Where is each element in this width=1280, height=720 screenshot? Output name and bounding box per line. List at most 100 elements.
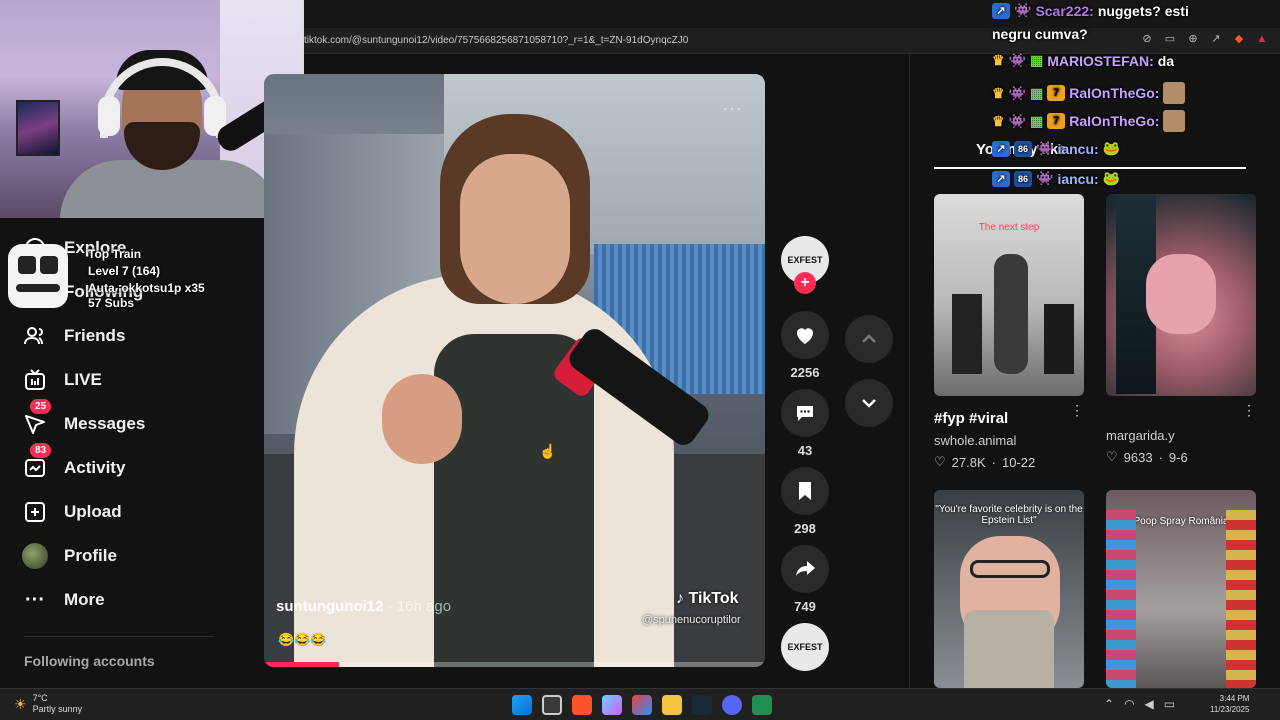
card-meta: ♡ 9633 · 9-6 [1106,449,1256,465]
microsoft-365-icon[interactable] [632,695,652,715]
music-disc-icon[interactable]: EXFEST [781,623,829,671]
copilot-icon[interactable] [602,695,622,715]
pepe-emote-icon: 🐸 [1102,170,1121,186]
brave-browser-icon[interactable] [572,695,592,715]
level-badge-icon: 86 [1014,170,1032,187]
system-tray: ⌃ ◠ ◀ ▭ [1104,697,1175,711]
battery-icon[interactable]: ▭ [1164,697,1175,711]
url-text[interactable]: tiktok.com/@suntungunoi12/video/75756682… [300,35,688,46]
recommend-card[interactable]: Poop Spray România [1106,490,1256,688]
sidebar-item-more[interactable]: ··· More [22,582,105,618]
zoom-icon[interactable]: ⊕ [1186,32,1200,46]
card-username[interactable]: swhole.animal [934,433,1084,448]
comment-icon[interactable] [781,389,829,437]
sidebar-item-profile[interactable]: Profile [22,538,117,574]
next-video-button[interactable] [845,379,893,427]
video-author[interactable]: suntungunoi12 · 16h ago [276,598,451,615]
level-badge-icon: 86 [1014,140,1032,157]
no-tracking-icon[interactable]: ⊘ [1140,32,1154,46]
bits-badge-icon: 7 [1047,85,1066,101]
screen: tiktok.com/@suntungunoi12/video/75756682… [0,0,1280,720]
like-button[interactable]: 2256 [781,311,829,380]
share-arrow-icon[interactable] [781,545,829,593]
video-player[interactable]: ··· ♪ TikTok @spunenucoruptilor suntungu… [264,74,765,667]
friends-icon [22,323,48,349]
chevron-up-icon [862,334,876,343]
card-title[interactable]: #fyp #viral [934,410,1084,427]
previous-video-button[interactable] [845,315,893,363]
train-subs: 57 Subs [88,296,135,310]
card-menu-icon[interactable]: ⋮ [1242,402,1256,419]
card-likes: 9633 [1123,449,1153,465]
chevron-up-icon[interactable]: ⌃ [1104,697,1114,711]
screen-icon[interactable]: ▭ [1163,32,1177,46]
mouse-cursor-icon: ☝ [539,443,557,459]
activity-badge: 83 [30,443,52,458]
author-name[interactable]: suntungunoi12 [276,598,384,615]
share-button[interactable]: 749 [781,545,829,614]
follow-plus-icon[interactable]: + [794,272,816,294]
thumb-caption: The next step [978,222,1040,233]
browser-address-bar[interactable]: tiktok.com/@suntungunoi12/video/75756682… [300,28,1280,54]
share-icon[interactable]: ↗ [1209,32,1223,46]
card-username[interactable]: margarida.y [1106,428,1256,443]
rewards-icon[interactable]: ▲ [1255,32,1269,46]
windows-start-icon[interactable] [512,695,532,715]
chat-username: Scar222: [1035,2,1094,19]
tab-underline [934,167,1246,169]
sidebar-item-upload[interactable]: Upload [22,494,122,530]
clock-date: 11/23/2025 [1210,705,1250,714]
video-caption: 😂😂😂 [278,632,327,647]
sidebar-item-activity[interactable]: 83 Activity [22,443,125,486]
emote-icon [1163,110,1186,132]
chat-message: ♛ 👾 ▦ 7 RaIOnTheGo: [992,82,1186,104]
chat-message: ♛ 👾 ▦ MARIOSTEFAN: da [992,52,1174,69]
messages-icon: 25 [22,399,52,437]
taskbar-clock[interactable]: 3:44 PM 11/23/2025 [1210,693,1249,715]
task-view-icon[interactable] [542,695,562,715]
chat-username: MARIOSTEFAN: [1047,52,1154,69]
sidebar-item-friends[interactable]: Friends [22,318,125,354]
sidebar-item-live[interactable]: LIVE [22,362,102,398]
file-explorer-icon[interactable] [662,695,682,715]
card-thumbnail[interactable]: "You're favorite celebrity is on the Eps… [934,490,1084,688]
card-menu-icon[interactable]: ⋮ [1070,402,1084,419]
sidebar-divider [24,636,214,637]
emote-icon [1163,82,1186,104]
volume-icon[interactable]: ◀ [1145,697,1154,711]
wifi-icon[interactable]: ◠ [1124,697,1134,711]
chat-text: negru cumva? [992,26,1088,42]
sidebar-item-messages[interactable]: 25 Messages [22,399,145,442]
weather-temp: 7°C [32,693,48,703]
brave-shield-icon[interactable]: ◆ [1232,32,1246,46]
card-thumbnail[interactable]: Poop Spray România [1106,490,1256,688]
weather-widget[interactable]: ☀ 7°C Partly sunny [14,693,82,715]
recommend-card[interactable]: margarida.y ♡ 9633 · 9-6 ⋮ [1106,194,1256,465]
hype-train-overlay: Top Train Level 7 (164) Auta_okkotsu1p x… [88,246,205,309]
card-date: 9-6 [1168,449,1188,465]
steam-icon[interactable] [692,695,712,715]
headset-earcup-left [98,96,120,136]
badge-icon: ↗ [992,2,1010,19]
meta-separator: · [991,454,996,470]
terminal-icon[interactable] [752,695,772,715]
recommend-card[interactable]: The next step #fyp #viral swhole.animal … [934,194,1084,470]
heart-icon[interactable] [781,311,829,359]
comment-button[interactable]: 43 [781,389,829,458]
chat-username: RaIOnTheGo: [1069,113,1160,129]
more-icon: ··· [25,589,45,611]
save-button[interactable]: 298 [781,467,829,536]
card-thumbnail[interactable]: The next step [934,194,1084,396]
author-avatar-button[interactable]: EXFEST + [781,236,829,294]
recommend-card[interactable]: "You're favorite celebrity is on the Eps… [934,490,1084,688]
card-thumbnail[interactable] [1106,194,1256,396]
webcam-overlay [0,0,304,218]
video-more-icon[interactable]: ··· [722,98,743,119]
clock-time: 3:44 PM [1219,694,1250,703]
chat-message: ♛ 👾 ▦ 7 RaIOnTheGo: [992,110,1186,132]
discord-icon[interactable] [722,695,742,715]
music-disc-button[interactable]: EXFEST [781,623,829,671]
bookmark-icon[interactable] [781,467,829,515]
video-progress-bar[interactable] [264,662,765,667]
messages-badge: 25 [30,399,52,414]
